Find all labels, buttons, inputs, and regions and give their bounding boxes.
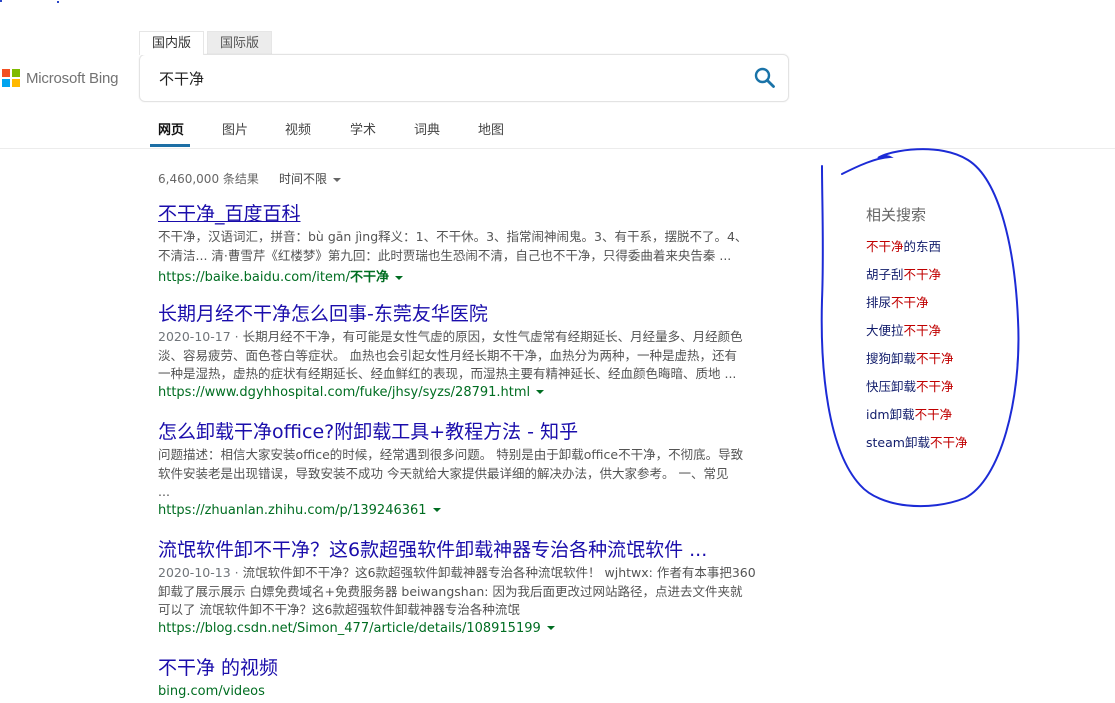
related-highlight-text: 不干净 bbox=[891, 295, 929, 310]
tab-international[interactable]: 国际版 bbox=[207, 31, 273, 55]
stray-dot bbox=[0, 0, 2, 2]
snippet-line: 可以了 流氓软件卸不干净？这6款超强软件卸载神器专治各种流氓 bbox=[158, 602, 520, 617]
related-searches-title: 相关搜索 bbox=[866, 206, 927, 224]
result-snippet: 问题描述：相信大家安装office的时候，经常遇到很多问题。 特别是由于卸载of… bbox=[158, 446, 768, 502]
result-title-link[interactable]: 流氓软件卸不干净？这6款超强软件卸载神器专治各种流氓软件 ... bbox=[158, 538, 758, 562]
chevron-down-icon[interactable] bbox=[432, 508, 441, 512]
related-search-link[interactable]: 不干净的东西 bbox=[866, 236, 941, 255]
snippet-line: 淡、容易疲劳、面色苍白等症状。 血热也会引起女性月经长期不干净，血热分为两种，一… bbox=[158, 347, 737, 363]
search-box[interactable]: 不干净 bbox=[139, 54, 789, 102]
url-bold-text: 不干净 bbox=[349, 270, 389, 285]
result-title-link[interactable]: 怎么卸载干净office?附卸载工具+教程方法 - 知乎 bbox=[158, 420, 758, 444]
search-input[interactable]: 不干净 bbox=[159, 68, 204, 89]
related-highlight-text: 不干净 bbox=[916, 379, 954, 394]
related-text: 快压卸载 bbox=[866, 379, 917, 394]
chevron-down-icon bbox=[333, 177, 342, 182]
related-text: 大便拉 bbox=[866, 323, 904, 338]
chevron-down-icon[interactable] bbox=[546, 626, 555, 630]
snippet-line: 一种是湿热，虚热的症状有经期延长、经血鲜红的表现，而湿热主要有精神延长、经血颜色… bbox=[158, 366, 737, 381]
related-highlight-text: 不干净 bbox=[929, 435, 968, 450]
result-snippet: 不干净，汉语词汇，拼音：bù gān jìng释义：1、不干休。3、指常闹神闹鬼… bbox=[158, 228, 768, 265]
related-highlight-text: 不干净 bbox=[866, 239, 904, 254]
related-text: 的东西 bbox=[903, 239, 942, 254]
result-url[interactable]: https://baike.baidu.com/item/不干净 bbox=[158, 266, 768, 285]
related-text: steam卸载 bbox=[866, 435, 930, 450]
stray-dot bbox=[57, 1, 59, 3]
header-divider bbox=[0, 148, 1115, 149]
search-result: 怎么卸载干净office?附卸载工具+教程方法 - 知乎 问题描述：相信大家安装… bbox=[158, 420, 768, 518]
related-search-link[interactable]: 快压卸载不干净 bbox=[866, 376, 954, 395]
result-title-link[interactable]: 不干净_百度百科 bbox=[158, 202, 758, 226]
snippet-line: 2020-10-13 · 流氓软件卸不干净？这6款超强软件卸载神器专治各种流氓软… bbox=[158, 564, 768, 583]
search-result: 长期月经不干净怎么回事-东莞友华医院 2020-10-17 · 长期月经不干净，… bbox=[158, 302, 768, 400]
related-search-link[interactable]: 大便拉不干净 bbox=[866, 320, 941, 339]
result-title-link[interactable]: 不干净 的视频 bbox=[158, 656, 758, 680]
result-count: 6,460,000 条结果 bbox=[158, 172, 259, 186]
logo-text: Microsoft Bing bbox=[26, 69, 119, 87]
related-search-link[interactable]: 胡子刮不干净 bbox=[866, 264, 941, 283]
tab-maps[interactable]: 地图 bbox=[478, 119, 504, 138]
search-icon[interactable] bbox=[752, 65, 778, 91]
tab-images[interactable]: 图片 bbox=[222, 119, 248, 138]
result-snippet: 2020-10-17 · 长期月经不干净，有可能是女性气虚的原因，女性气虚常有经… bbox=[158, 328, 768, 384]
snippet-line: 卸载了展示展示 白嫖免费域名+免费服务器 beiwangshan: 因为我后面更… bbox=[158, 583, 743, 599]
related-search-link[interactable]: idm卸载不干净 bbox=[866, 404, 952, 423]
url-text: https://baike.baidu.com/item/ bbox=[158, 270, 350, 285]
search-result: 流氓软件卸不干净？这6款超强软件卸载神器专治各种流氓软件 ... 2020-10… bbox=[158, 538, 768, 636]
result-snippet: 2020-10-13 · 流氓软件卸不干净？这6款超强软件卸载神器专治各种流氓软… bbox=[158, 564, 768, 620]
url-text: https://www.dgyhhospital.com/fuke/jhsy/s… bbox=[158, 384, 531, 400]
chevron-down-icon[interactable] bbox=[395, 275, 403, 280]
snippet-line: ... bbox=[158, 484, 170, 499]
related-highlight-text: 不干净 bbox=[903, 267, 942, 282]
search-result: 不干净_百度百科 不干净，汉语词汇，拼音：bù gān jìng释义：1、不干休… bbox=[158, 202, 768, 285]
snippet-text: 流氓软件卸不干净？这6款超强软件卸载神器专治各种流氓软件！ wjhtwx: 作者… bbox=[242, 565, 756, 580]
related-search-link[interactable]: 排尿不干净 bbox=[866, 292, 929, 311]
tab-web[interactable]: 网页 bbox=[158, 119, 184, 138]
result-url[interactable]: https://blog.csdn.net/Simon_477/article/… bbox=[158, 621, 768, 636]
result-url[interactable]: https://www.dgyhhospital.com/fuke/jhsy/s… bbox=[158, 385, 768, 400]
tab-videos[interactable]: 视频 bbox=[285, 119, 311, 138]
tab-domestic[interactable]: 国内版 bbox=[139, 31, 205, 55]
url-text: bing.com/videos bbox=[158, 684, 265, 699]
snippet-text: 长期月经不干净，有可能是女性气虚的原因，女性气虚常有经期延长、月经量多、月经颜色 bbox=[242, 329, 743, 344]
url-text: https://blog.csdn.net/Simon_477/article/… bbox=[158, 620, 541, 636]
snippet-line: 不干净，汉语词汇，拼音：bù gān jìng释义：1、不干休。3、指常闹神闹鬼… bbox=[158, 229, 748, 244]
related-text: 搜狗卸载 bbox=[866, 351, 917, 366]
tab-dictionary[interactable]: 词典 bbox=[414, 119, 440, 138]
time-filter-dropdown[interactable]: 时间不限 bbox=[279, 170, 342, 187]
related-text: idm卸载 bbox=[866, 407, 915, 422]
result-date: 2020-10-17 · bbox=[158, 329, 243, 344]
related-search-link[interactable]: steam卸载不干净 bbox=[866, 432, 967, 451]
result-date: 2020-10-13 · bbox=[158, 565, 243, 580]
snippet-line: 软件安装老是出现错误，导致安装不成功 今天就给大家提供最详细的解决办法，供大家参… bbox=[158, 465, 729, 481]
related-highlight-text: 不干净 bbox=[914, 407, 953, 422]
related-text: 胡子刮 bbox=[866, 267, 904, 282]
search-result: 不干净 的视频 bing.com/videos bbox=[158, 656, 768, 699]
related-text: 排尿 bbox=[866, 295, 892, 310]
chevron-down-icon[interactable] bbox=[536, 390, 545, 394]
related-highlight-text: 不干净 bbox=[916, 351, 954, 366]
snippet-line: 不清洁... 清·曹雪芹《红楼梦》第九回：此时贾瑞也生恐闹不清，自己也不干净，只… bbox=[158, 247, 732, 263]
time-filter-label: 时间不限 bbox=[279, 172, 328, 186]
related-search-link[interactable]: 搜狗卸载不干净 bbox=[866, 348, 954, 367]
snippet-line: 2020-10-17 · 长期月经不干净，有可能是女性气虚的原因，女性气虚常有经… bbox=[158, 328, 768, 347]
microsoft-logo-icon bbox=[2, 69, 20, 87]
result-url[interactable]: https://zhuanlan.zhihu.com/p/139246361 bbox=[158, 503, 768, 518]
snippet-line: 问题描述：相信大家安装office的时候，经常遇到很多问题。 特别是由于卸载of… bbox=[158, 447, 744, 462]
active-tab-indicator bbox=[150, 144, 190, 147]
bing-logo[interactable]: Microsoft Bing bbox=[2, 68, 118, 88]
result-url[interactable]: bing.com/videos bbox=[158, 684, 768, 699]
url-text: https://zhuanlan.zhihu.com/p/139246361 bbox=[158, 502, 427, 518]
result-title-link[interactable]: 长期月经不干净怎么回事-东莞友华医院 bbox=[158, 302, 758, 326]
related-highlight-text: 不干净 bbox=[903, 323, 942, 338]
tab-academic[interactable]: 学术 bbox=[350, 119, 376, 138]
